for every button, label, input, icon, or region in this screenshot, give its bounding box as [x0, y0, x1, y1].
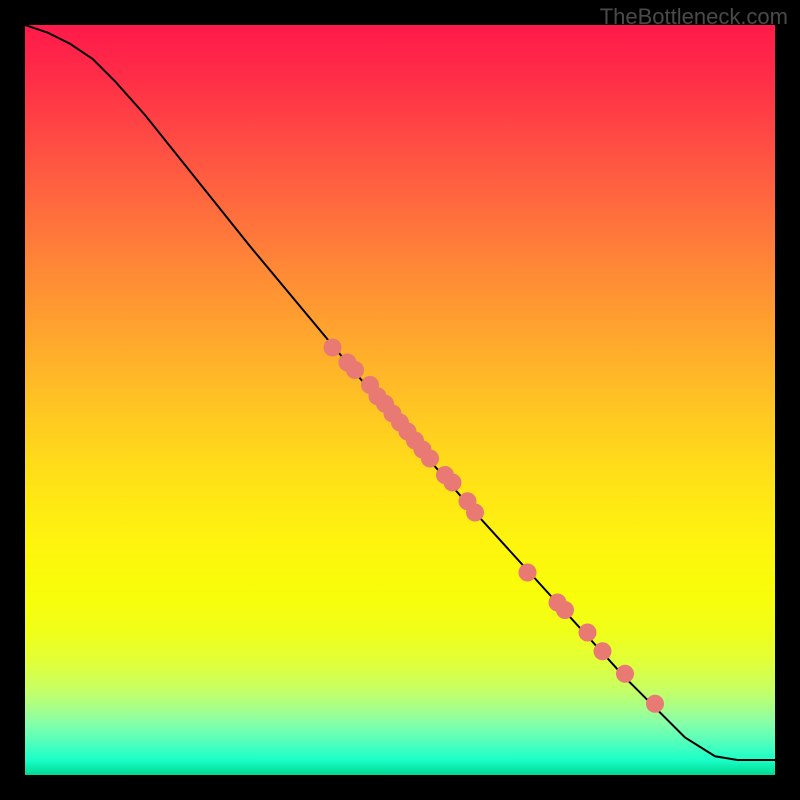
data-point [519, 564, 537, 582]
bottleneck-curve [25, 25, 775, 760]
plot-area [25, 25, 775, 775]
data-point [579, 624, 597, 642]
data-point [594, 642, 612, 660]
watermark-text: TheBottleneck.com [600, 4, 788, 30]
data-point [616, 665, 634, 683]
data-point [444, 474, 462, 492]
data-point [346, 361, 364, 379]
data-point [556, 601, 574, 619]
data-point [646, 695, 664, 713]
chart-svg [25, 25, 775, 775]
data-point [421, 450, 439, 468]
data-point [466, 504, 484, 522]
data-point [324, 339, 342, 357]
data-points-group [324, 339, 665, 713]
